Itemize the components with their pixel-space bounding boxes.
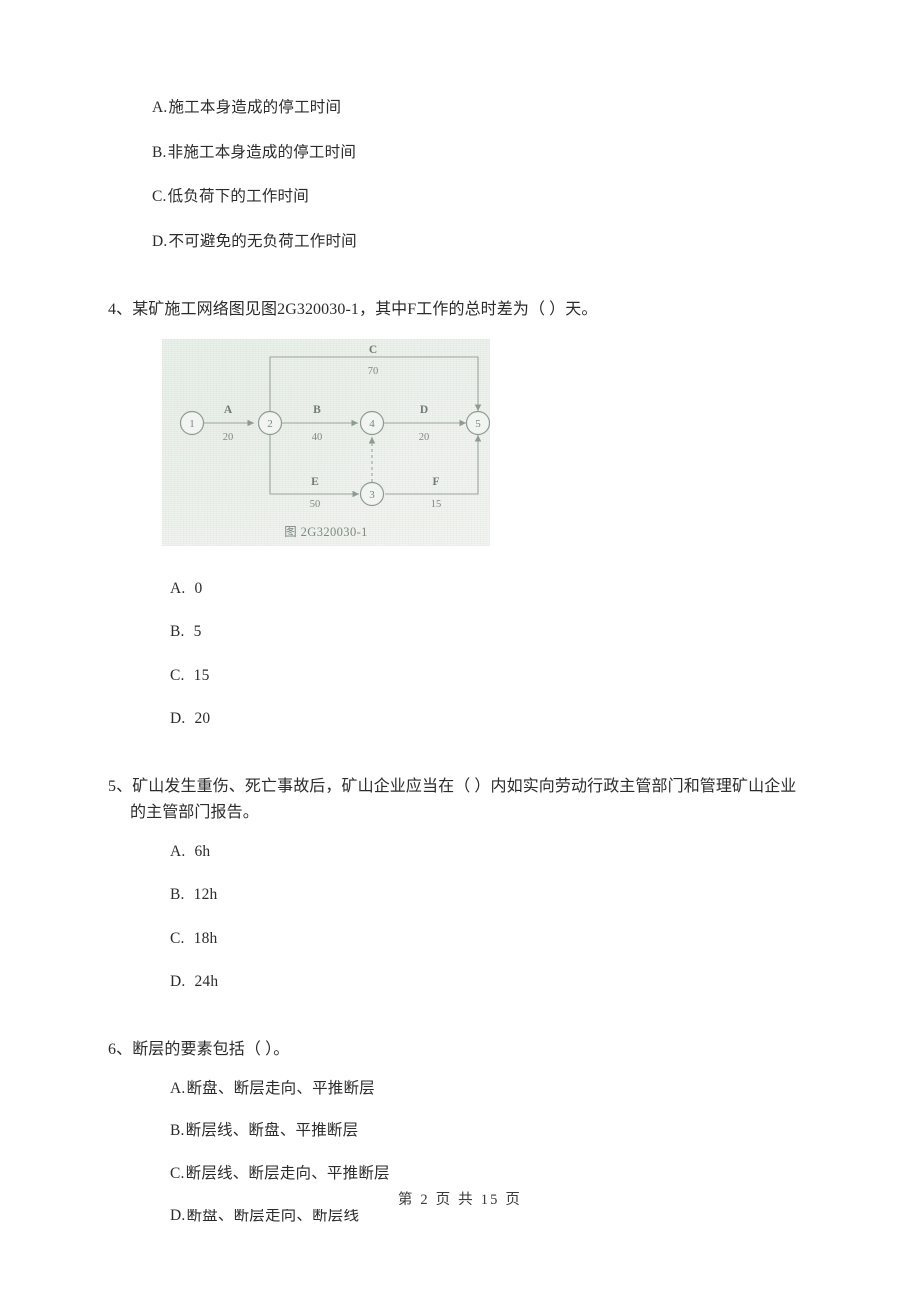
option-row: D.不可避免的无负荷工作时间	[152, 232, 790, 250]
option-text: 施工本身造成的停工时间	[168, 99, 342, 116]
option-text: 断层线、断层走向、平推断层	[185, 1164, 390, 1182]
node-label-1: 1	[189, 418, 195, 430]
figure-caption: 图 2G320030-1	[284, 524, 368, 539]
option-label: C.	[152, 188, 167, 205]
option-text: 低负荷下的工作时间	[167, 188, 309, 205]
option-label: D.	[170, 973, 186, 991]
option-row: C.断层线、断层走向、平推断层	[152, 1164, 790, 1182]
edge-duration-D: 20	[419, 432, 430, 443]
edge-name-A: A	[224, 404, 233, 416]
edge-duration-B: 40	[312, 432, 323, 443]
question6-stem: 6、断层的要素包括（ ）。	[108, 1040, 290, 1058]
option-text: 5	[193, 623, 202, 641]
option-row: A. 0	[152, 581, 790, 597]
option-label: A.	[170, 842, 186, 860]
question4-stem: 4、某矿施工网络图见图2G320030-1，其中F工作的总时差为（ ）天。	[108, 301, 598, 318]
option-label: B.	[152, 143, 167, 161]
edge-duration-E: 50	[310, 499, 321, 510]
option-text: 12h	[193, 886, 218, 904]
option-text: 0	[194, 579, 203, 597]
question3-options: A.施工本身造成的停工时间 B.非施工本身造成的停工时间 C.低负荷下的工作时间…	[152, 100, 790, 249]
edge-name-C: C	[369, 344, 377, 356]
option-label: D.	[152, 232, 168, 250]
option-label: C.	[170, 929, 185, 947]
option-row: D. 24h	[152, 974, 790, 990]
edge-duration-A: 20	[223, 432, 234, 443]
option-row: A.施工本身造成的停工时间	[152, 100, 790, 116]
question5-stem: 5、矿山发生重伤、死亡事故后，矿山企业应当在（ ）内如实向劳动行政主管部门和管理…	[108, 777, 797, 821]
option-row: B. 12h	[152, 887, 790, 903]
option-label: A.	[170, 1079, 186, 1097]
option-row: C. 15	[152, 668, 790, 684]
option-row: A. 6h	[152, 842, 790, 860]
option-text: 15	[193, 666, 210, 684]
option-row: A.断盘、断层走向、平推断层	[152, 1079, 790, 1097]
option-text: 非施工本身造成的停工时间	[167, 143, 357, 161]
edge-duration-F: 15	[431, 499, 442, 510]
option-label: A.	[170, 579, 186, 597]
option-row: C. 18h	[152, 929, 790, 947]
network-diagram-figure: 1 2 4 5 3 A B C D E F 20 40 70 20 50 15	[162, 338, 490, 546]
option-text: 24h	[194, 973, 219, 991]
option-label: C.	[170, 1164, 185, 1182]
question4: 4、某矿施工网络图见图2G320030-1，其中F工作的总时差为（ ）天。	[108, 297, 812, 323]
edge-name-D: D	[420, 404, 428, 416]
footer-text-wrapper: 第 2 页 共 15 页	[130, 1188, 790, 1209]
edge-name-E: E	[311, 476, 319, 488]
question5-options: A. 6h B. 12h C. 18h D. 24h	[152, 842, 790, 990]
edge-name-F: F	[432, 476, 439, 488]
option-label: B.	[170, 1122, 185, 1140]
node-label-5: 5	[475, 418, 481, 430]
question4-options: A. 0 B. 5 C. 15 D. 20	[152, 581, 790, 727]
page-number-text: 第 2 页 共 15 页	[387, 1188, 533, 1209]
option-row: B. 5	[152, 624, 790, 640]
option-row: B.非施工本身造成的停工时间	[152, 143, 790, 161]
option-label: B.	[170, 623, 185, 641]
page-footer: 第 2 页 共 15 页	[130, 1188, 790, 1210]
question5: 5、矿山发生重伤、死亡事故后，矿山企业应当在（ ）内如实向劳动行政主管部门和管理…	[108, 774, 812, 826]
option-label: C.	[170, 666, 185, 684]
question6: 6、断层的要素包括（ ）。	[108, 1037, 812, 1063]
node-label-2: 2	[267, 418, 273, 430]
option-text: 不可避免的无负荷工作时间	[168, 232, 357, 250]
option-row: D. 20	[152, 711, 790, 727]
option-text: 6h	[194, 842, 211, 860]
option-row: C.低负荷下的工作时间	[152, 189, 790, 205]
option-text: 断盘、断层走向、平推断层	[186, 1079, 375, 1097]
edge-name-B: B	[313, 404, 321, 416]
option-label: D.	[170, 710, 186, 728]
node-label-4: 4	[369, 418, 375, 430]
edge-duration-C: 70	[368, 366, 379, 377]
option-row: B.断层线、断盘、平推断层	[152, 1123, 790, 1139]
option-label: A.	[152, 99, 168, 116]
option-text: 20	[194, 710, 211, 728]
option-text: 18h	[193, 929, 218, 947]
network-diagram-svg: 1 2 4 5 3 A B C D E F 20 40 70 20 50 15	[179, 344, 490, 510]
option-text: 断层线、断盘、平推断层	[185, 1122, 359, 1140]
option-label: B.	[170, 886, 185, 904]
exam-page: A.施工本身造成的停工时间 B.非施工本身造成的停工时间 C.低负荷下的工作时间…	[0, 0, 920, 1302]
node-label-3: 3	[369, 489, 375, 501]
option-row: D.断盘、断层走向、断层线	[152, 1208, 790, 1224]
